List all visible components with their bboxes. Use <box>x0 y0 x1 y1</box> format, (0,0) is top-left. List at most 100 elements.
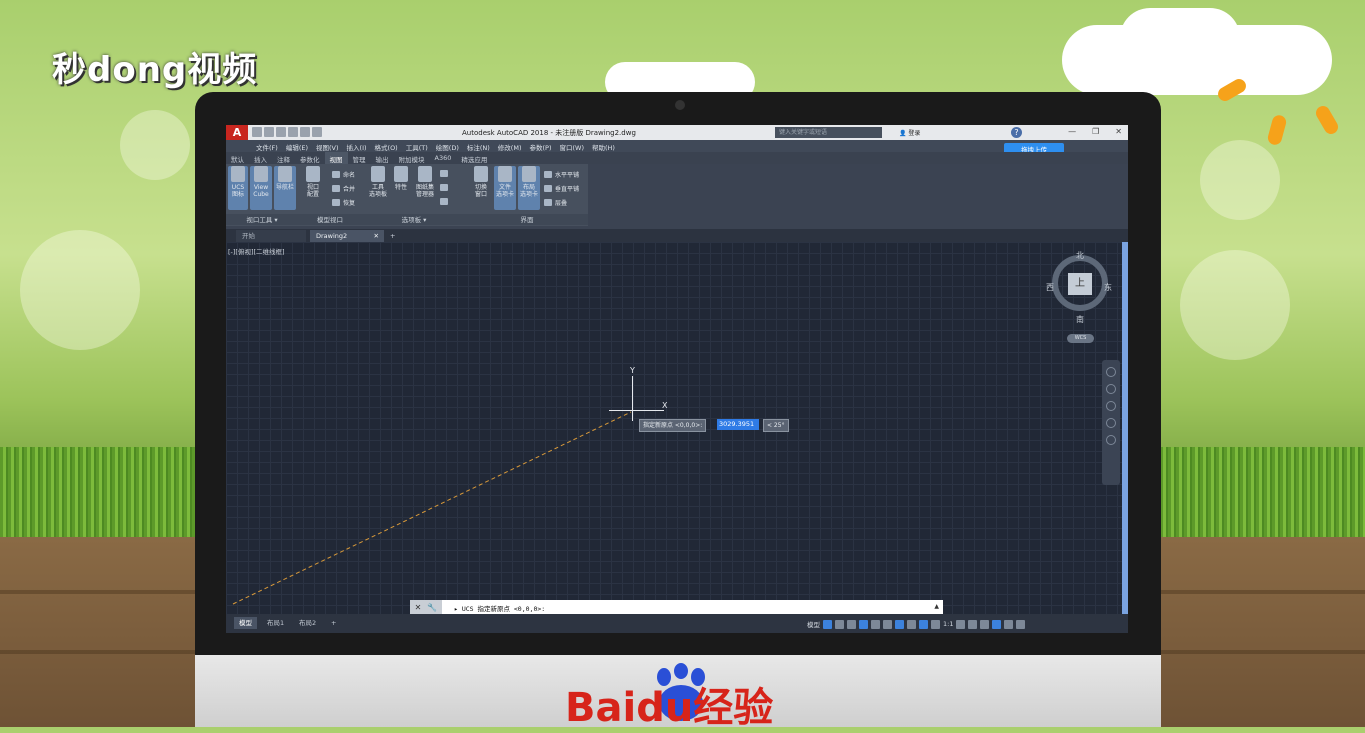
panel-label-palettes[interactable]: 选项板 ▾ <box>362 214 466 225</box>
new-icon[interactable] <box>252 127 262 137</box>
menu-item-tools[interactable]: 工具(T) <box>406 140 436 152</box>
menu-item-view[interactable]: 视图(V) <box>316 140 347 152</box>
menu-item-edit[interactable]: 编辑(E) <box>286 140 316 152</box>
lineweight-icon[interactable] <box>907 619 916 629</box>
add-layout-button[interactable]: + <box>326 617 341 629</box>
minimize-icon[interactable]: — <box>1068 127 1076 136</box>
menu-item-help[interactable]: 帮助(H) <box>592 140 623 152</box>
isolate-objects-icon[interactable] <box>980 619 990 629</box>
annotation-scale[interactable]: 1:1 <box>943 620 953 628</box>
palette-small-button[interactable] <box>440 184 448 191</box>
wcs-menu[interactable]: WCS <box>1067 334 1094 343</box>
navigation-bar[interactable] <box>1102 360 1120 485</box>
customize-icon[interactable]: 🔧 <box>427 603 437 612</box>
drawing-viewport[interactable]: [-][俯视][二维线框] 上 北 南 东 西 WCS Y X 指定新原点 <0… <box>226 242 1122 614</box>
ortho-icon[interactable] <box>847 619 856 629</box>
properties-button[interactable]: 特性 <box>392 166 410 210</box>
clean-screen-icon[interactable] <box>1004 619 1014 629</box>
model-space-button[interactable]: 模型 <box>807 619 820 629</box>
restore-viewports-button[interactable]: 恢复 <box>332 198 355 207</box>
tab-annotate[interactable]: 注释 <box>272 152 295 164</box>
restore-icon[interactable]: ❐ <box>1092 127 1099 136</box>
object-snap-tracking-icon[interactable] <box>883 619 892 629</box>
open-icon[interactable] <box>264 127 274 137</box>
menu-item-window[interactable]: 窗口(W) <box>559 140 592 152</box>
menu-item-parametric[interactable]: 参数(P) <box>529 140 559 152</box>
palette-small-button[interactable] <box>440 170 448 177</box>
auto-scale-icon[interactable] <box>931 619 940 629</box>
autocad-app-menu-button[interactable]: A <box>226 125 248 140</box>
undo-icon[interactable] <box>312 127 322 137</box>
menu-item-dimension[interactable]: 标注(N) <box>467 140 498 152</box>
join-viewports-button[interactable]: 合并 <box>332 184 355 193</box>
viewcube-top-face[interactable]: 上 <box>1068 273 1092 295</box>
steering-wheel-icon[interactable] <box>1106 367 1116 377</box>
palette-small-button[interactable] <box>440 198 448 205</box>
showmotion-icon[interactable] <box>1106 435 1116 445</box>
tab-start[interactable]: 开始 <box>236 230 306 242</box>
tab-output[interactable]: 输出 <box>371 152 394 164</box>
zoom-icon[interactable] <box>1106 401 1116 411</box>
customization-menu-icon[interactable] <box>1016 619 1026 629</box>
file-tabs-button[interactable]: 文件 选项卡 <box>494 166 516 210</box>
tab-layout1[interactable]: 布局1 <box>262 617 289 629</box>
tab-featured-apps[interactable]: 精选应用 <box>456 152 492 164</box>
polar-icon[interactable] <box>859 619 868 629</box>
navbar-button[interactable]: 导航栏 <box>274 166 296 210</box>
menu-item-draw[interactable]: 绘图(D) <box>436 140 467 152</box>
tile-horizontal-button[interactable]: 水平平铺 <box>544 170 579 179</box>
close-command-line-icon[interactable]: ✕ <box>415 603 422 612</box>
command-line[interactable]: ✕ 🔧 ▸ UCS 指定新原点 <0,0,0>: ▲ <box>410 600 943 615</box>
isodraft-icon[interactable] <box>871 619 880 629</box>
dynamic-input-distance-field[interactable]: 3029.3951 <box>717 419 759 430</box>
menu-item-format[interactable]: 格式(O) <box>375 140 406 152</box>
tab-layout2[interactable]: 布局2 <box>294 617 321 629</box>
annotation-visibility-icon[interactable] <box>919 619 928 629</box>
hardware-acceleration-icon[interactable] <box>992 619 1002 629</box>
menu-item-insert[interactable]: 插入(I) <box>347 140 375 152</box>
tab-model[interactable]: 模型 <box>234 617 257 629</box>
command-history-arrow-icon[interactable]: ▲ <box>934 603 939 610</box>
tab-a360[interactable]: A360 <box>430 152 457 164</box>
sheet-set-manager-button[interactable]: 图纸集 管理器 <box>412 166 438 210</box>
viewcube-button[interactable]: View Cube <box>250 166 272 210</box>
viewport-config-button[interactable]: 视口 配置 <box>302 166 324 210</box>
tab-addins[interactable]: 附加模块 <box>394 152 430 164</box>
switch-windows-button[interactable]: 切换 窗口 <box>470 166 492 210</box>
tab-parametric[interactable]: 参数化 <box>295 152 325 164</box>
print-icon[interactable] <box>300 127 310 137</box>
orbit-icon[interactable] <box>1106 418 1116 428</box>
search-input[interactable]: 键入关键字或短语 <box>775 127 882 138</box>
compass-east[interactable]: 东 <box>1104 282 1112 293</box>
close-tab-icon[interactable]: ✕ <box>374 230 379 242</box>
tab-manage[interactable]: 管理 <box>348 152 371 164</box>
object-snap-icon[interactable] <box>895 619 904 629</box>
save-as-icon[interactable] <box>288 127 298 137</box>
dynamic-input-angle-field[interactable]: < 25° <box>763 419 789 432</box>
save-icon[interactable] <box>276 127 286 137</box>
tab-insert[interactable]: 插入 <box>249 152 272 164</box>
tab-drawing2[interactable]: Drawing2 ✕ <box>310 230 384 242</box>
grid-icon[interactable] <box>823 619 832 629</box>
tab-view[interactable]: 视图 <box>324 152 348 164</box>
panel-label-viewport-tools[interactable]: 视口工具 ▾ <box>226 214 298 225</box>
compass-west[interactable]: 西 <box>1046 282 1054 293</box>
compass-south[interactable]: 南 <box>1076 314 1084 325</box>
menu-item-modify[interactable]: 修改(M) <box>498 140 530 152</box>
compass-north[interactable]: 北 <box>1076 250 1084 261</box>
named-viewports-button[interactable]: 命名 <box>332 170 355 179</box>
help-icon[interactable]: ? <box>1011 127 1022 138</box>
snap-icon[interactable] <box>835 619 844 629</box>
menu-item-file[interactable]: 文件(F) <box>226 140 286 152</box>
tab-default[interactable]: 默认 <box>226 152 249 164</box>
login-button[interactable]: 👤 登录 <box>899 128 920 137</box>
pan-icon[interactable] <box>1106 384 1116 394</box>
new-tab-button[interactable]: + <box>387 230 399 242</box>
ucs-icon-button[interactable]: UCS 图标 <box>228 166 248 210</box>
layout-tabs-button[interactable]: 布局 选项卡 <box>518 166 540 210</box>
plus-icon[interactable] <box>968 619 978 629</box>
cascade-button[interactable]: 层叠 <box>544 198 567 207</box>
tool-palettes-button[interactable]: 工具 选项板 <box>366 166 390 210</box>
tile-vertical-button[interactable]: 垂直平铺 <box>544 184 579 193</box>
close-icon[interactable]: ✕ <box>1115 127 1122 136</box>
